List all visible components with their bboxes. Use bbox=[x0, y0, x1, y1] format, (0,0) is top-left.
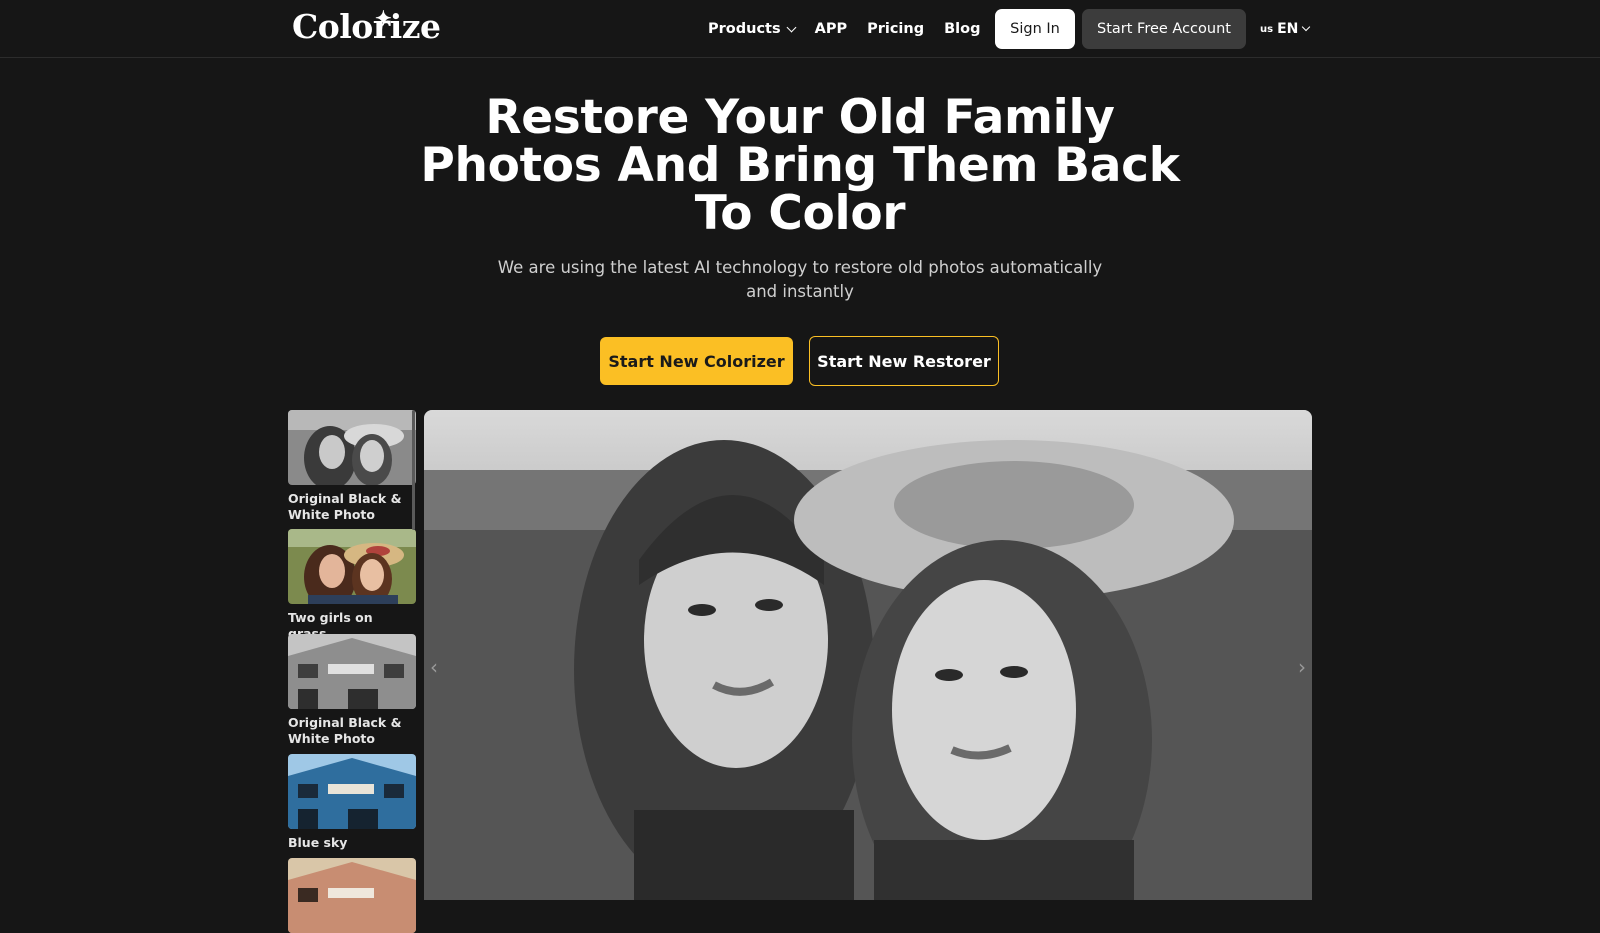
thumbnail-bw-girls[interactable]: Original Black & White Photo bbox=[288, 410, 416, 523]
nav-app[interactable]: APP bbox=[815, 21, 847, 37]
thumbnail-bw-house[interactable]: Original Black & White Photo bbox=[288, 634, 416, 747]
logo-text: Colorize bbox=[292, 7, 441, 46]
start-new-restorer-button[interactable]: Start New Restorer bbox=[809, 336, 999, 386]
colorize-logo[interactable]: Colorize ✦ bbox=[292, 6, 441, 48]
thumbnail-color-girls[interactable]: Two girls on grass bbox=[288, 529, 416, 642]
thumbnail-caption: Blue sky bbox=[288, 835, 348, 850]
thumbnail-blue-house[interactable]: Blue sky bbox=[288, 754, 416, 851]
thumbnail-image bbox=[288, 529, 416, 604]
sign-in-button[interactable]: Sign In bbox=[995, 9, 1075, 49]
top-navigation-bar: Colorize ✦ Products APP Pricing Blog Sig… bbox=[0, 0, 1600, 58]
thumbnail-image bbox=[288, 754, 416, 829]
thumbnail-caption: Original Black & White Photo bbox=[288, 715, 402, 746]
chevron-down-icon bbox=[786, 22, 797, 32]
language-code: EN bbox=[1277, 21, 1299, 37]
thumbnail-scrollbar[interactable] bbox=[412, 410, 415, 530]
thumbnail-pink-house[interactable] bbox=[288, 858, 416, 933]
thumbnail-image bbox=[288, 410, 416, 485]
chevron-right-icon[interactable]: › bbox=[1294, 655, 1310, 679]
thumbnail-image bbox=[288, 634, 416, 709]
chevron-down-icon bbox=[1302, 22, 1311, 32]
nav-products[interactable]: Products bbox=[708, 21, 797, 37]
start-free-account-button[interactable]: Start Free Account bbox=[1082, 9, 1246, 49]
start-new-colorizer-button[interactable]: Start New Colorizer bbox=[600, 337, 793, 385]
chevron-left-icon[interactable]: ‹ bbox=[426, 655, 442, 679]
thumbnail-image bbox=[288, 858, 416, 933]
hero-subtitle: We are using the latest AI technology to… bbox=[497, 258, 1103, 301]
language-selector[interactable]: us EN bbox=[1260, 0, 1311, 58]
sparkle-icon: ✦ bbox=[375, 6, 392, 30]
thumbnail-caption: Original Black & White Photo bbox=[288, 491, 402, 522]
nav-products-label: Products bbox=[708, 21, 781, 37]
hero-title: Restore Your Old Family Photos And Bring… bbox=[420, 90, 1180, 241]
main-preview-photo bbox=[424, 410, 1312, 900]
nav-blog[interactable]: Blog bbox=[944, 21, 980, 37]
nav-pricing[interactable]: Pricing bbox=[867, 21, 924, 37]
us-flag-icon: us bbox=[1260, 23, 1274, 35]
main-nav: Products APP Pricing Blog bbox=[708, 0, 1010, 58]
